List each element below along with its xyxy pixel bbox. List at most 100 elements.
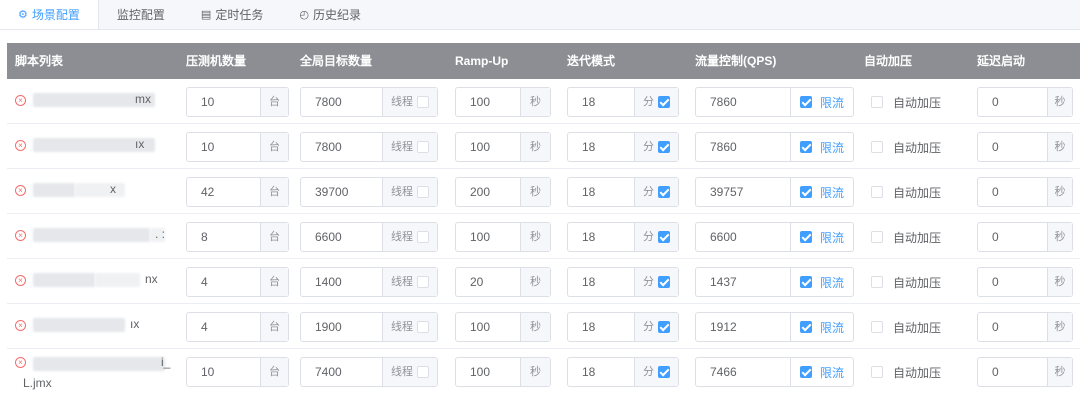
target-input[interactable]: 39700 线程 [300, 177, 438, 207]
machines-value[interactable]: 10 [187, 88, 260, 116]
iterate-input[interactable]: 18 分 [567, 177, 679, 207]
iterate-input[interactable]: 18 分 [567, 267, 679, 297]
rampup-input[interactable]: 20 秒 [455, 267, 551, 297]
rampup-input[interactable]: 100 秒 [455, 357, 551, 387]
iterate-value[interactable]: 18 [568, 223, 634, 251]
auto-pressure-group[interactable]: 自动加压 [871, 132, 941, 162]
target-value[interactable]: 7800 [301, 88, 382, 116]
rampup-input[interactable]: 100 秒 [455, 312, 551, 342]
auto-pressure-checkbox[interactable] [871, 141, 883, 153]
rampup-value[interactable]: 20 [456, 268, 520, 296]
qps-value[interactable]: 6600 [696, 223, 790, 251]
limit-checkbox-group[interactable]: 限流 [790, 312, 854, 342]
delay-value[interactable]: 0 [978, 88, 1047, 116]
iterate-value[interactable]: 18 [568, 178, 634, 206]
tab-history[interactable]: ◴ 历史纪录 [281, 0, 379, 29]
machines-input[interactable]: 4台 [186, 267, 289, 297]
delay-value[interactable]: 0 [978, 268, 1047, 296]
thread-checkbox[interactable] [417, 276, 429, 288]
machines-input[interactable]: 10 台 [186, 357, 289, 387]
qps-value[interactable]: 7860 [696, 133, 790, 161]
qps-input[interactable]: 1912 [695, 312, 791, 342]
thread-checkbox[interactable] [417, 366, 429, 378]
target-value[interactable]: 1900 [301, 313, 382, 341]
machines-value[interactable]: 4 [187, 313, 260, 341]
target-input[interactable]: 7800 线程 [300, 132, 438, 162]
auto-pressure-checkbox[interactable] [871, 321, 883, 333]
limit-checkbox[interactable] [800, 96, 812, 108]
thread-checkbox[interactable] [417, 186, 429, 198]
tab-monitor-config[interactable]: 监控配置 [99, 0, 183, 29]
target-input[interactable]: 1900 线程 [300, 312, 438, 342]
delay-input[interactable]: 0秒 [977, 357, 1073, 387]
rampup-value[interactable]: 100 [456, 358, 520, 386]
iterate-value[interactable]: 18 [568, 268, 634, 296]
minute-checkbox[interactable] [658, 231, 670, 243]
iterate-input[interactable]: 18 分 [567, 357, 679, 387]
auto-pressure-checkbox[interactable] [871, 96, 883, 108]
delay-value[interactable]: 0 [978, 133, 1047, 161]
iterate-input[interactable]: 18 分 [567, 222, 679, 252]
remove-script-icon[interactable]: × [15, 140, 26, 151]
remove-script-icon[interactable]: × [15, 357, 26, 368]
auto-pressure-checkbox[interactable] [871, 231, 883, 243]
delay-input[interactable]: 0秒 [977, 312, 1073, 342]
iterate-value[interactable]: 18 [568, 313, 634, 341]
machines-value[interactable]: 4 [187, 268, 260, 296]
iterate-value[interactable]: 18 [568, 88, 634, 116]
tab-scene-config[interactable]: ⚙ 场景配置 [0, 0, 99, 29]
auto-pressure-group[interactable]: 自动加压 [871, 267, 941, 297]
auto-pressure-checkbox[interactable] [871, 366, 883, 378]
qps-input[interactable]: 7860 [695, 87, 791, 117]
delay-input[interactable]: 0秒 [977, 222, 1073, 252]
minute-checkbox[interactable] [658, 321, 670, 333]
delay-value[interactable]: 0 [978, 358, 1047, 386]
machines-input[interactable]: 4台 [186, 312, 289, 342]
limit-checkbox-group[interactable]: 限流 [790, 267, 854, 297]
remove-script-icon[interactable]: × [15, 275, 26, 286]
minute-checkbox[interactable] [658, 186, 670, 198]
minute-checkbox[interactable] [658, 96, 670, 108]
rampup-input[interactable]: 200 秒 [455, 177, 551, 207]
iterate-input[interactable]: 18 分 [567, 312, 679, 342]
limit-checkbox-group[interactable]: 限流 [790, 222, 854, 252]
minute-checkbox[interactable] [658, 141, 670, 153]
delay-input[interactable]: 0秒 [977, 177, 1073, 207]
rampup-input[interactable]: 100 秒 [455, 222, 551, 252]
rampup-value[interactable]: 100 [456, 313, 520, 341]
target-input[interactable]: 7800 线程 [300, 87, 438, 117]
minute-checkbox[interactable] [658, 366, 670, 378]
thread-checkbox[interactable] [417, 96, 429, 108]
qps-value[interactable]: 1912 [696, 313, 790, 341]
limit-checkbox[interactable] [800, 141, 812, 153]
limit-checkbox-group[interactable]: 限流 [790, 132, 854, 162]
rampup-value[interactable]: 200 [456, 178, 520, 206]
machines-value[interactable]: 10 [187, 358, 260, 386]
machines-input[interactable]: 8台 [186, 222, 289, 252]
limit-checkbox-group[interactable]: 限流 [790, 357, 854, 387]
delay-input[interactable]: 0秒 [977, 87, 1073, 117]
qps-input[interactable]: 7466 [695, 357, 791, 387]
minute-checkbox[interactable] [658, 276, 670, 288]
target-input[interactable]: 6600 线程 [300, 222, 438, 252]
auto-pressure-group[interactable]: 自动加压 [871, 177, 941, 207]
target-value[interactable]: 39700 [301, 178, 382, 206]
limit-checkbox[interactable] [800, 321, 812, 333]
rampup-value[interactable]: 100 [456, 223, 520, 251]
limit-checkbox-group[interactable]: 限流 [790, 87, 854, 117]
delay-value[interactable]: 0 [978, 223, 1047, 251]
machines-input[interactable]: 42 台 [186, 177, 289, 207]
qps-value[interactable]: 7860 [696, 88, 790, 116]
limit-checkbox[interactable] [800, 186, 812, 198]
iterate-input[interactable]: 18 分 [567, 87, 679, 117]
qps-value[interactable]: 39757 [696, 178, 790, 206]
target-input[interactable]: 7400 线程 [300, 357, 438, 387]
qps-input[interactable]: 7860 [695, 132, 791, 162]
target-value[interactable]: 7800 [301, 133, 382, 161]
machines-value[interactable]: 8 [187, 223, 260, 251]
machines-input[interactable]: 10 台 [186, 132, 289, 162]
remove-script-icon[interactable]: × [15, 95, 26, 106]
limit-checkbox[interactable] [800, 276, 812, 288]
target-value[interactable]: 6600 [301, 223, 382, 251]
rampup-value[interactable]: 100 [456, 88, 520, 116]
